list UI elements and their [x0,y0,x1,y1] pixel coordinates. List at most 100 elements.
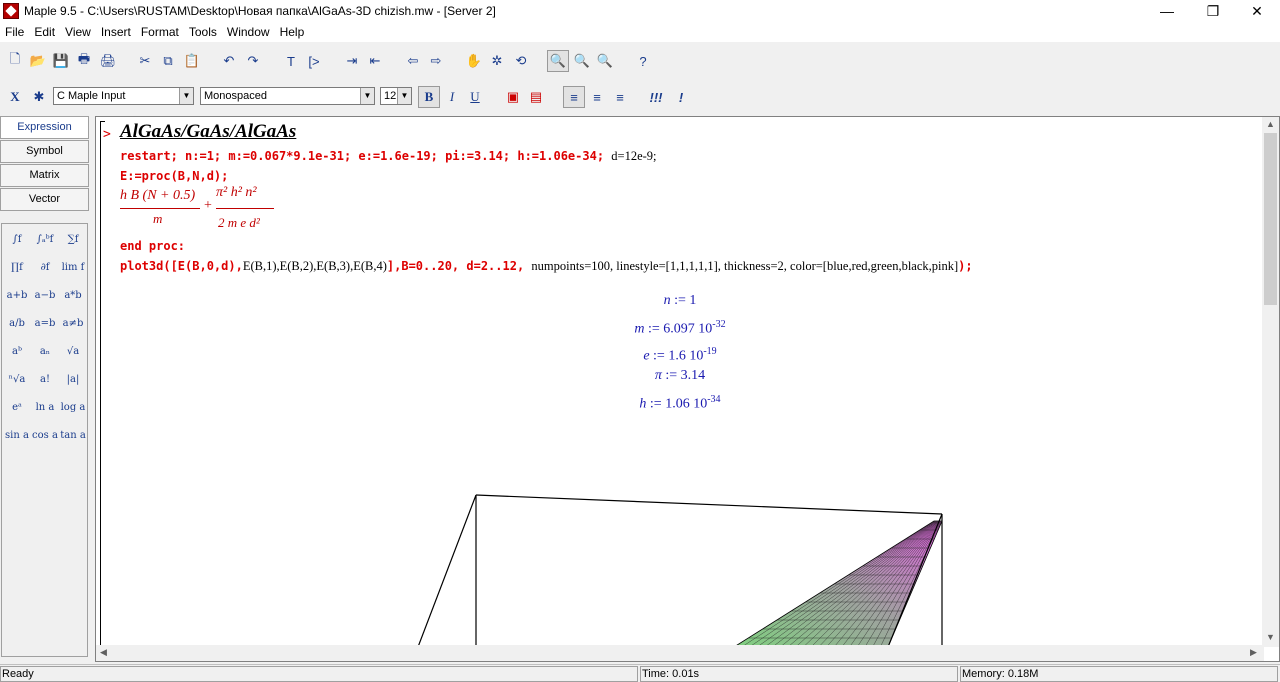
execute-all-button[interactable]: !!! [645,86,667,108]
print-preview-icon[interactable]: 🖨 [97,50,119,72]
zoom-200-icon[interactable]: 🔍 [594,50,616,72]
expression-palette-grid: ∫f ∫ₐᵇf ∑f ∏f ∂f lim f a+b a−b a*b a/b a=b a≠b aᵇ aₙ √… [1,223,88,657]
align-center-icon[interactable]: ≡ [586,86,608,108]
zoom-150-icon[interactable]: 🔍 [571,50,593,72]
font-select-value: Monospaced [204,90,267,102]
insert-maple-input-icon[interactable]: [> [303,50,325,72]
palette-symbol[interactable]: |a| [60,368,86,392]
main-toolbar: 🗋 📂 💾 🖶 🖨 ✂ ⧉ 📋 ↶ ↷ T [> ⇥ ⇤ ⇦ ⇨ ✋ ✲ ⟲ 🔍… [0,48,1280,74]
scrollbar-thumb[interactable] [1264,133,1277,305]
context-toolbar: X ✱ C Maple Input ▼ Monospaced ▼ 12 ▼ B … [0,84,1280,110]
worksheet[interactable]: > AlGaAs/GaAs/AlGaAs restart; n:=1; m:=0… [95,116,1280,662]
execute-selection-button[interactable]: ! [670,86,692,108]
italic-button[interactable]: I [441,86,463,108]
palette-tab-symbol[interactable]: Symbol [0,140,89,163]
palette-symbol[interactable]: tan a [60,424,86,448]
palette-tab-expression[interactable]: Expression [0,116,89,139]
forward-arrow-icon[interactable]: ⇨ [425,50,447,72]
palette-symbol[interactable]: a=b [32,312,58,336]
status-time: Time: 0.01s [640,666,958,682]
menu-tools[interactable]: Tools [184,25,222,39]
palette-tab-matrix[interactable]: Matrix [0,164,89,187]
scroll-down-icon[interactable]: ▼ [1266,632,1275,642]
scroll-left-icon[interactable]: ◀ [100,647,107,658]
back-arrow-icon[interactable]: ⇦ [402,50,424,72]
palette-symbol[interactable]: a−b [32,284,58,308]
menu-format[interactable]: Format [136,25,184,39]
menu-edit[interactable]: Edit [29,25,60,39]
palette-symbol[interactable]: ∑f [60,228,86,252]
outdent-icon[interactable]: ⇤ [364,50,386,72]
palette-symbol[interactable]: ∫ₐᵇf [32,228,58,252]
menu-window[interactable]: Window [222,25,275,39]
palette-symbol[interactable]: ∫f [4,228,30,252]
style-select-value: C Maple Input [57,90,126,102]
indent-icon[interactable]: ⇥ [341,50,363,72]
plot3d-output[interactable] [96,117,1264,647]
horizontal-scrollbar[interactable]: ◀ ▶ [96,645,1264,661]
style-select[interactable]: C Maple Input ▼ [53,87,194,105]
align-right-icon[interactable]: ≡ [609,86,631,108]
palette-symbol[interactable]: cos a [32,424,58,448]
menu-insert[interactable]: Insert [96,25,136,39]
status-memory: Memory: 0.18M [960,666,1278,682]
restore-button[interactable]: ❐ [1190,0,1236,22]
chevron-down-icon: ▼ [397,88,411,104]
stop-icon[interactable]: ✋ [463,50,485,72]
restart-icon[interactable]: ⟲ [510,50,532,72]
palette-tab-vector[interactable]: Vector [0,188,89,211]
save-icon[interactable]: 💾 [50,50,72,72]
open-folder-icon[interactable]: 📂 [27,50,49,72]
vertical-scrollbar[interactable]: ▲ ▼ [1262,117,1279,647]
insert-fraction-icon[interactable]: ▤ [525,86,547,108]
undo-icon[interactable]: ↶ [218,50,240,72]
math-mode-icon[interactable]: ✱ [28,86,50,108]
palette-symbol[interactable]: √a [60,340,86,364]
cut-icon[interactable]: ✂ [134,50,156,72]
scroll-right-icon[interactable]: ▶ [1250,647,1257,658]
palette-symbol[interactable]: ln a [32,396,58,420]
palette-panel: Expression Symbol Matrix Vector ∫f ∫ₐᵇf ∑f… [0,116,89,662]
close-button[interactable]: ✕ [1234,0,1280,22]
palette-symbol[interactable]: aₙ [32,340,58,364]
palette-symbol[interactable]: a≠b [60,312,86,336]
redo-icon[interactable]: ↷ [242,50,264,72]
status-bar: Ready Time: 0.01s Memory: 0.18M [0,664,1280,682]
menu-file[interactable]: File [0,25,29,39]
palette-symbol[interactable]: log a [60,396,86,420]
palette-symbol[interactable]: ∂f [32,256,58,280]
help-icon[interactable]: ? [632,50,654,72]
align-left-icon[interactable]: ≡ [563,86,585,108]
menu-help[interactable]: Help [275,25,310,39]
palette-symbol[interactable]: a+b [4,284,30,308]
menu-bar: File Edit View Insert Format Tools Windo… [0,22,1280,42]
palette-symbol[interactable]: aᵇ [4,340,30,364]
insert-math-icon[interactable]: ▣ [502,86,524,108]
palette-symbol[interactable]: a*b [60,284,86,308]
scroll-up-icon[interactable]: ▲ [1266,119,1275,129]
insert-text-icon[interactable]: T [280,50,302,72]
font-select[interactable]: Monospaced ▼ [200,87,375,105]
menu-view[interactable]: View [60,25,96,39]
font-size-select[interactable]: 12 ▼ [380,87,412,105]
debug-icon[interactable]: ✲ [486,50,508,72]
palette-symbol[interactable]: sin a [4,424,30,448]
palette-symbol[interactable]: a! [32,368,58,392]
palette-symbol[interactable]: lim f [60,256,86,280]
print-icon[interactable]: 🖶 [73,50,95,72]
palette-symbol[interactable]: eᵃ [4,396,30,420]
font-size-value: 12 [384,90,397,102]
minimize-button[interactable]: — [1144,0,1190,22]
chevron-down-icon: ▼ [179,88,193,104]
palette-symbol[interactable]: ∏f [4,256,30,280]
bold-button[interactable]: B [418,86,440,108]
zoom-100-icon[interactable]: 🔍 [547,50,569,72]
copy-icon[interactable]: ⧉ [157,50,179,72]
palette-symbol[interactable]: ⁿ√a [4,368,30,392]
maple-app-icon[interactable] [3,3,19,19]
palette-symbol[interactable]: a/b [4,312,30,336]
new-file-icon[interactable]: 🗋 [4,50,26,72]
underline-button[interactable]: U [464,86,486,108]
text-mode-x-button[interactable]: X [4,86,26,108]
paste-icon[interactable]: 📋 [181,50,203,72]
